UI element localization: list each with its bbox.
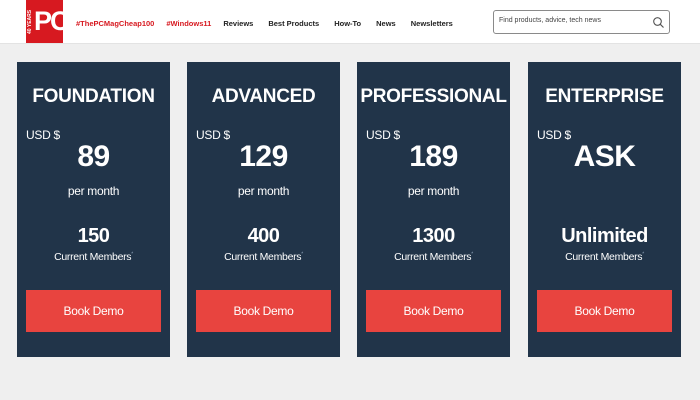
plan-card-professional: PROFESSIONAL USD $ 189 per month 1300 Cu… (357, 62, 510, 357)
members-label: Current Members* (565, 251, 644, 263)
members-footnote-mark: * (642, 251, 644, 258)
book-demo-button[interactable]: Book Demo (26, 290, 161, 332)
main-nav: #ThePCMagCheap100 #Windows11 Reviews Bes… (76, 17, 453, 29)
plan-name: ADVANCED (211, 86, 316, 107)
nav-item-cheap100[interactable]: #ThePCMagCheap100 (76, 19, 154, 28)
members-count: Unlimited (561, 225, 648, 247)
search-icon[interactable] (652, 16, 665, 29)
book-demo-button[interactable]: Book Demo (196, 290, 331, 332)
plan-name: ENTERPRISE (545, 86, 664, 107)
book-demo-button[interactable]: Book Demo (366, 290, 501, 332)
nav-item-newsletters[interactable]: Newsletters (411, 19, 453, 28)
members-footnote-mark: * (131, 251, 133, 258)
plan-name: PROFESSIONAL (360, 86, 507, 107)
plan-period: per month (67, 184, 120, 198)
plan-price: 129 (239, 140, 288, 173)
plan-card-foundation: FOUNDATION USD $ 89 per month 150 Curren… (17, 62, 170, 357)
nav-item-how-to[interactable]: How-To (334, 19, 361, 28)
members-footnote-mark: * (301, 251, 303, 258)
pcmag-logo[interactable]: 40 YEARS PC (26, 0, 69, 43)
plan-price: 89 (77, 140, 110, 173)
plan-price: ASK (573, 140, 636, 173)
members-label: Current Members* (394, 251, 473, 263)
plan-period: per month (407, 184, 460, 198)
search-input[interactable]: Find products, advice, tech news (493, 10, 670, 34)
members-count: 1300 (412, 225, 455, 247)
plan-name: FOUNDATION (32, 86, 155, 107)
members-label: Current Members* (224, 251, 303, 263)
plan-period: per month (237, 184, 290, 198)
search-placeholder: Find products, advice, tech news (499, 17, 601, 24)
book-demo-button[interactable]: Book Demo (537, 290, 672, 332)
members-count: 150 (77, 225, 110, 247)
members-footnote-mark: * (471, 251, 473, 258)
nav-item-windows11[interactable]: #Windows11 (166, 19, 211, 28)
nav-item-best-products[interactable]: Best Products (268, 19, 319, 28)
logo-text: PC (34, 6, 69, 36)
nav-item-reviews[interactable]: Reviews (223, 19, 253, 28)
members-label: Current Members* (54, 251, 133, 263)
plan-card-enterprise: ENTERPRISE USD $ ASK Unlimited Current M… (528, 62, 681, 357)
logo-years-label: 40 YEARS (27, 9, 33, 34)
site-header: 40 YEARS PC #ThePCMagCheap100 #Windows11… (0, 0, 700, 44)
plan-card-advanced: ADVANCED USD $ 129 per month 400 Current… (187, 62, 340, 357)
plan-price: 189 (409, 140, 458, 173)
nav-item-news[interactable]: News (376, 19, 396, 28)
members-count: 400 (247, 225, 280, 247)
